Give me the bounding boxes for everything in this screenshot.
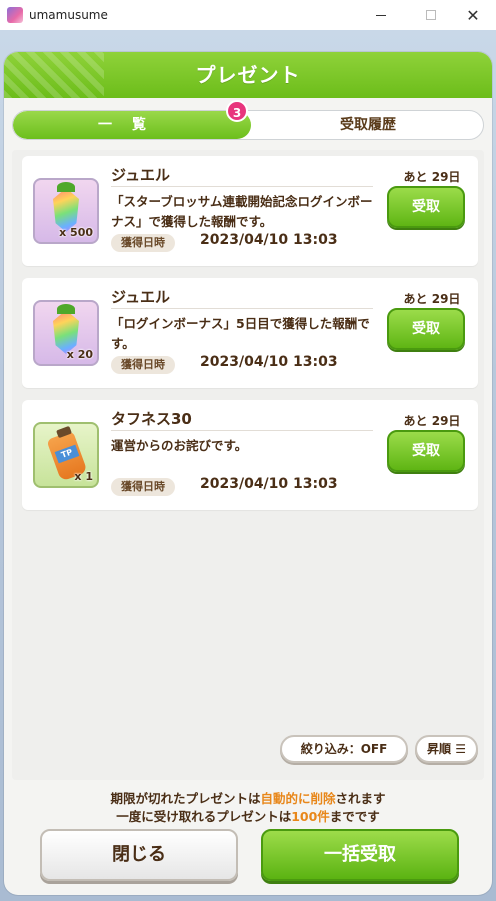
sort-order-button[interactable]: 昇順 ☰ (415, 735, 478, 763)
minimize-button[interactable] (358, 0, 404, 30)
item-quantity: x 1 (74, 470, 93, 483)
date-label: 獲得日時 (111, 478, 175, 496)
notice-limit: 一度に受け取れるプレゼントは100件までです (116, 809, 380, 824)
present-dialog: プレゼント 一覧 受取履歴 3 x 500 ジュエル 「スターブロッサム連載開始… (4, 52, 492, 895)
window-title: umamusume (29, 8, 108, 22)
date-label: 獲得日時 (111, 234, 175, 252)
item-name: タフネス30 (111, 410, 192, 428)
unread-count-badge: 3 (226, 100, 248, 122)
tab-bar: 一覧 受取履歴 (12, 110, 484, 140)
item-description: 運営からのお詫びです。 (111, 438, 248, 453)
item-name: ジュエル (111, 288, 170, 306)
tab-history[interactable]: 受取履歴 (251, 111, 483, 139)
date-value: 2023/04/10 13:03 (200, 354, 338, 370)
item-name: ジュエル (111, 166, 170, 184)
present-item: x 500 ジュエル 「スターブロッサム連載開始記念ログインボーナス」で獲得した… (22, 156, 478, 266)
sort-icon: ☰ (451, 742, 466, 756)
window-titlebar: umamusume ✕ (0, 0, 496, 30)
item-description: 「ログインボーナス」5日目で獲得した報酬です。 (111, 316, 370, 351)
remaining-days: あと 29日 (403, 414, 461, 428)
receive-button[interactable]: 受取 (387, 186, 465, 228)
item-quantity: x 500 (59, 226, 93, 239)
item-description: 「スターブロッサム連載開始記念ログインボーナス」で獲得した報酬です。 (111, 194, 373, 229)
minimize-icon (376, 14, 386, 16)
jewel-icon: x 500 (33, 178, 99, 244)
receive-button[interactable]: 受取 (387, 430, 465, 472)
receive-all-button[interactable]: 一括受取 (261, 829, 459, 881)
toughness-bottle-icon: TP x 1 (33, 422, 99, 488)
date-value: 2023/04/10 13:03 (200, 476, 338, 492)
app-icon (7, 7, 23, 23)
filter-button[interactable]: 絞り込み：OFF (280, 735, 408, 763)
notice-expiry: 期限が切れたプレゼントは自動的に削除されます (110, 791, 386, 806)
dialog-title: プレゼント (195, 63, 301, 87)
tab-list[interactable]: 一覧 (13, 111, 251, 139)
present-item: x 20 ジュエル 「ログインボーナス」5日目で獲得した報酬です。 獲得日時 2… (22, 278, 478, 388)
date-label: 獲得日時 (111, 356, 175, 374)
receive-button[interactable]: 受取 (387, 308, 465, 350)
dialog-header: プレゼント (4, 52, 492, 98)
present-item: TP x 1 タフネス30 運営からのお詫びです。 獲得日時 2023/04/1… (22, 400, 478, 510)
remaining-days: あと 29日 (403, 292, 461, 306)
jewel-icon: x 20 (33, 300, 99, 366)
maximize-button[interactable] (408, 0, 454, 30)
item-quantity: x 20 (66, 348, 93, 361)
close-icon: ✕ (466, 5, 480, 25)
close-button[interactable]: 閉じる (40, 829, 238, 881)
window-close-button[interactable]: ✕ (450, 0, 496, 30)
remaining-days: あと 29日 (403, 170, 461, 184)
maximize-icon (426, 10, 436, 20)
present-list: x 500 ジュエル 「スターブロッサム連載開始記念ログインボーナス」で獲得した… (12, 150, 484, 780)
date-value: 2023/04/10 13:03 (200, 232, 338, 248)
